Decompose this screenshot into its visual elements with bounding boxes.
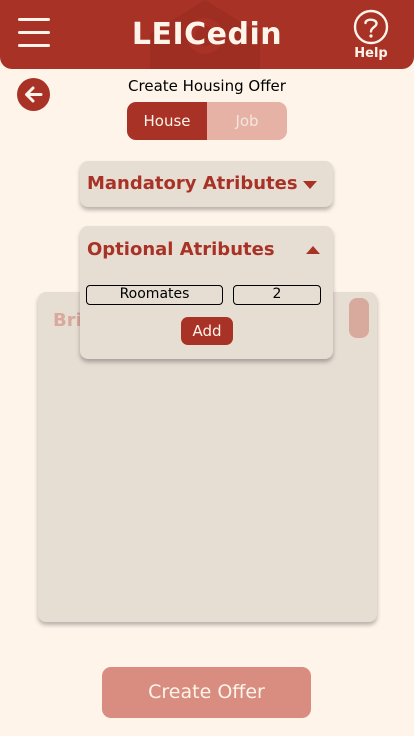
add-attribute-button[interactable]: Add: [181, 317, 233, 345]
help-label: Help: [354, 46, 388, 61]
mandatory-attributes-accordion[interactable]: Mandatory Atributes: [80, 161, 333, 207]
page-title: Create Housing Offer: [128, 77, 286, 95]
toggle-job[interactable]: Job: [207, 102, 287, 140]
optional-attributes-accordion[interactable]: Optional Atributes Roomates 2 Add: [80, 226, 333, 359]
optional-attributes-title: Optional Atributes: [87, 239, 275, 260]
help-button[interactable]: Help: [350, 9, 392, 63]
attribute-value-field[interactable]: 2: [233, 285, 321, 305]
attribute-name-field[interactable]: Roomates: [86, 285, 223, 305]
scrollbar-thumb[interactable]: [349, 298, 369, 338]
create-offer-button[interactable]: Create Offer: [102, 667, 311, 718]
toggle-house[interactable]: House: [127, 102, 207, 140]
caret-down-icon: [303, 181, 317, 189]
brief-description-label: Bri: [53, 310, 82, 331]
caret-up-icon: [306, 246, 320, 254]
app-header: LEICedin Help: [0, 0, 414, 69]
question-circle-icon: [353, 9, 389, 45]
offer-type-toggle: House Job: [127, 102, 287, 140]
mandatory-attributes-title: Mandatory Atributes: [87, 173, 298, 194]
